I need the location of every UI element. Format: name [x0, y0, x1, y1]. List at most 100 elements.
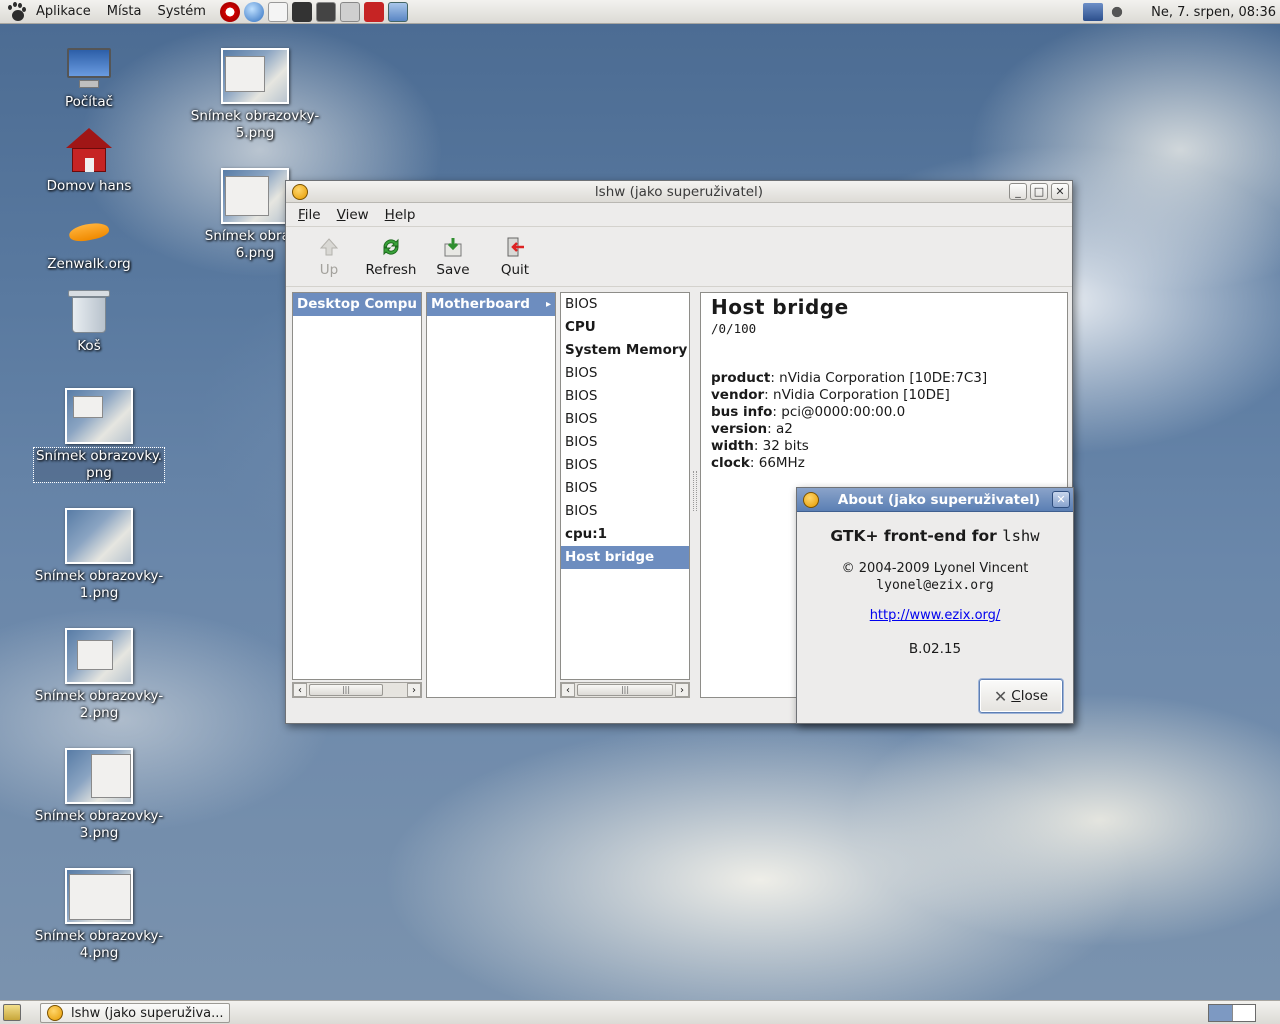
device-properties: product: nVidia Corporation [10DE:7C3] ve…: [711, 370, 1067, 472]
list-item[interactable]: Host bridge: [561, 546, 689, 569]
show-desktop-icon[interactable]: [3, 1004, 21, 1021]
system-tray: Ne, 7. srpen, 08:36: [1083, 0, 1280, 24]
media-icon[interactable]: [291, 1, 312, 22]
list-item[interactable]: cpu:1: [561, 523, 689, 546]
list-item[interactable]: BIOS: [561, 408, 689, 431]
lshw-titlebar[interactable]: lshw (jako superuživatel) _ □ ✕: [286, 181, 1072, 203]
desktop-icon-label: Koš: [77, 338, 101, 354]
property-value: a2: [776, 421, 793, 437]
mail-icon[interactable]: [267, 1, 288, 22]
desktop-icon-screenshot-5[interactable]: Snímek obrazovky- 5.png: [190, 48, 320, 142]
about-titlebar[interactable]: About (jako superuživatel) ✕: [797, 488, 1073, 512]
menu-view[interactable]: View: [329, 207, 377, 223]
save-button[interactable]: Save: [422, 227, 484, 286]
menubar: File View Help: [286, 203, 1072, 227]
launcher-bar: [219, 1, 408, 22]
desktop-icon-computer[interactable]: Počítač: [24, 46, 154, 111]
scroll-right-arrow-icon[interactable]: ›: [407, 683, 421, 697]
property-key: product: [711, 370, 771, 386]
quit-label: Quit: [500, 261, 530, 278]
workspace-1[interactable]: [1209, 1005, 1233, 1021]
up-label: Up: [319, 261, 339, 278]
minimize-button[interactable]: _: [1009, 183, 1027, 200]
globe-icon[interactable]: [243, 1, 264, 22]
menu-help[interactable]: Help: [377, 207, 424, 223]
volume-icon[interactable]: [1111, 3, 1132, 21]
device-column-3[interactable]: BIOS CPU System Memory BIOS BIOS BIOS BIOS BIOS…: [560, 292, 690, 680]
list-item[interactable]: BIOS: [561, 385, 689, 408]
opera-icon[interactable]: [219, 1, 240, 22]
home-launcher-icon[interactable]: [363, 1, 384, 22]
refresh-button[interactable]: Refresh: [360, 227, 422, 286]
list-item[interactable]: Desktop Compu: [293, 293, 421, 316]
desktop-icon-screenshot-1[interactable]: Snímek obrazovky- 1.png: [34, 508, 164, 602]
list-item[interactable]: BIOS: [561, 293, 689, 316]
menu-system[interactable]: Systém: [149, 0, 213, 24]
property-row: width: 32 bits: [711, 438, 809, 454]
desktop-icon-home[interactable]: Domov hans: [24, 128, 154, 195]
menu-file[interactable]: File: [290, 207, 329, 223]
desktop-icon-screenshot-4[interactable]: Snímek obrazovky- 4.png: [34, 868, 164, 962]
maximize-button[interactable]: □: [1030, 183, 1048, 200]
list-item[interactable]: BIOS: [561, 500, 689, 523]
list-item[interactable]: Motherboard ▸: [427, 293, 555, 316]
window-controls: ✕: [1052, 491, 1070, 508]
scroll-thumb[interactable]: |||: [309, 684, 383, 696]
list-item[interactable]: System Memory: [561, 339, 689, 362]
window-close-button[interactable]: ✕: [1051, 183, 1069, 200]
copyright-text: © 2004-2009 Lyonel Vincent: [841, 561, 1029, 576]
taskbar-item-lshw[interactable]: lshw (jako superuživa...: [40, 1003, 230, 1023]
scroll-thumb[interactable]: |||: [577, 684, 673, 696]
property-value: 66MHz: [758, 455, 805, 471]
column-3-scrollbar[interactable]: ‹ ||| ›: [560, 682, 690, 698]
quit-icon: [504, 236, 526, 258]
website-link[interactable]: http://www.ezix.org/: [797, 608, 1073, 623]
workspace-switcher[interactable]: [1208, 1004, 1256, 1022]
about-body: GTK+ front-end for lshw © 2004-2009 Lyon…: [797, 527, 1073, 657]
menu-places[interactable]: Místa: [99, 0, 150, 24]
list-item[interactable]: BIOS: [561, 477, 689, 500]
desktop-icon-label: Domov hans: [46, 178, 132, 194]
close-button[interactable]: ✕ Close: [979, 679, 1063, 713]
scroll-right-arrow-icon[interactable]: ›: [675, 683, 689, 697]
list-item[interactable]: BIOS: [561, 454, 689, 477]
clock[interactable]: Ne, 7. srpen, 08:36: [1151, 5, 1276, 20]
desktop-icon-screenshot-2[interactable]: Snímek obrazovky- 2.png: [34, 628, 164, 722]
dialog-close-x-button[interactable]: ✕: [1052, 491, 1070, 508]
save-icon: [442, 236, 464, 258]
property-key: vendor: [711, 387, 765, 403]
network-icon[interactable]: [1083, 3, 1104, 21]
terminal-icon[interactable]: [315, 1, 336, 22]
close-button-label: Close: [1011, 688, 1049, 704]
list-item[interactable]: BIOS: [561, 431, 689, 454]
property-value: pci@0000:00:00.0: [781, 404, 906, 420]
lshw-app-icon: [47, 1005, 63, 1021]
desktop-icon-screenshot-3[interactable]: Snímek obrazovky- 3.png: [34, 748, 164, 842]
property-value: nVidia Corporation [10DE]: [773, 387, 950, 403]
device-column-2[interactable]: Motherboard ▸: [426, 292, 556, 698]
quit-button[interactable]: Quit: [484, 227, 546, 286]
up-button[interactable]: Up: [298, 227, 360, 286]
device-column-1[interactable]: Desktop Compu: [292, 292, 422, 680]
package-icon[interactable]: [339, 1, 360, 22]
list-item-label: Motherboard: [431, 296, 530, 312]
desktop-icon-trash[interactable]: Koš: [24, 290, 154, 355]
desktop-icon-label: Snímek obrazovky- 4.png: [34, 928, 164, 961]
scroll-left-arrow-icon[interactable]: ‹: [561, 683, 575, 697]
list-item[interactable]: CPU: [561, 316, 689, 339]
file-manager-icon[interactable]: [387, 1, 408, 22]
desktop-icon-zenwalk[interactable]: Zenwalk.org: [24, 212, 154, 273]
property-row: product: nVidia Corporation [10DE:7C3]: [711, 370, 988, 386]
gnome-foot-icon[interactable]: [6, 1, 28, 23]
list-item[interactable]: BIOS: [561, 362, 689, 385]
scroll-left-arrow-icon[interactable]: ‹: [293, 683, 307, 697]
property-row: clock: 66MHz: [711, 455, 805, 471]
pane-resize-handle[interactable]: [693, 471, 697, 511]
column-1-scrollbar[interactable]: ‹ ||| ›: [292, 682, 422, 698]
window-controls: _ □ ✕: [1009, 183, 1069, 200]
taskbar-item-label: lshw (jako superuživa...: [71, 1005, 224, 1021]
workspace-2[interactable]: [1232, 1005, 1255, 1021]
menu-applications[interactable]: Aplikace: [28, 0, 99, 24]
property-row: version: a2: [711, 421, 793, 437]
desktop-icon-screenshot[interactable]: Snímek obrazovky. png: [33, 388, 165, 483]
